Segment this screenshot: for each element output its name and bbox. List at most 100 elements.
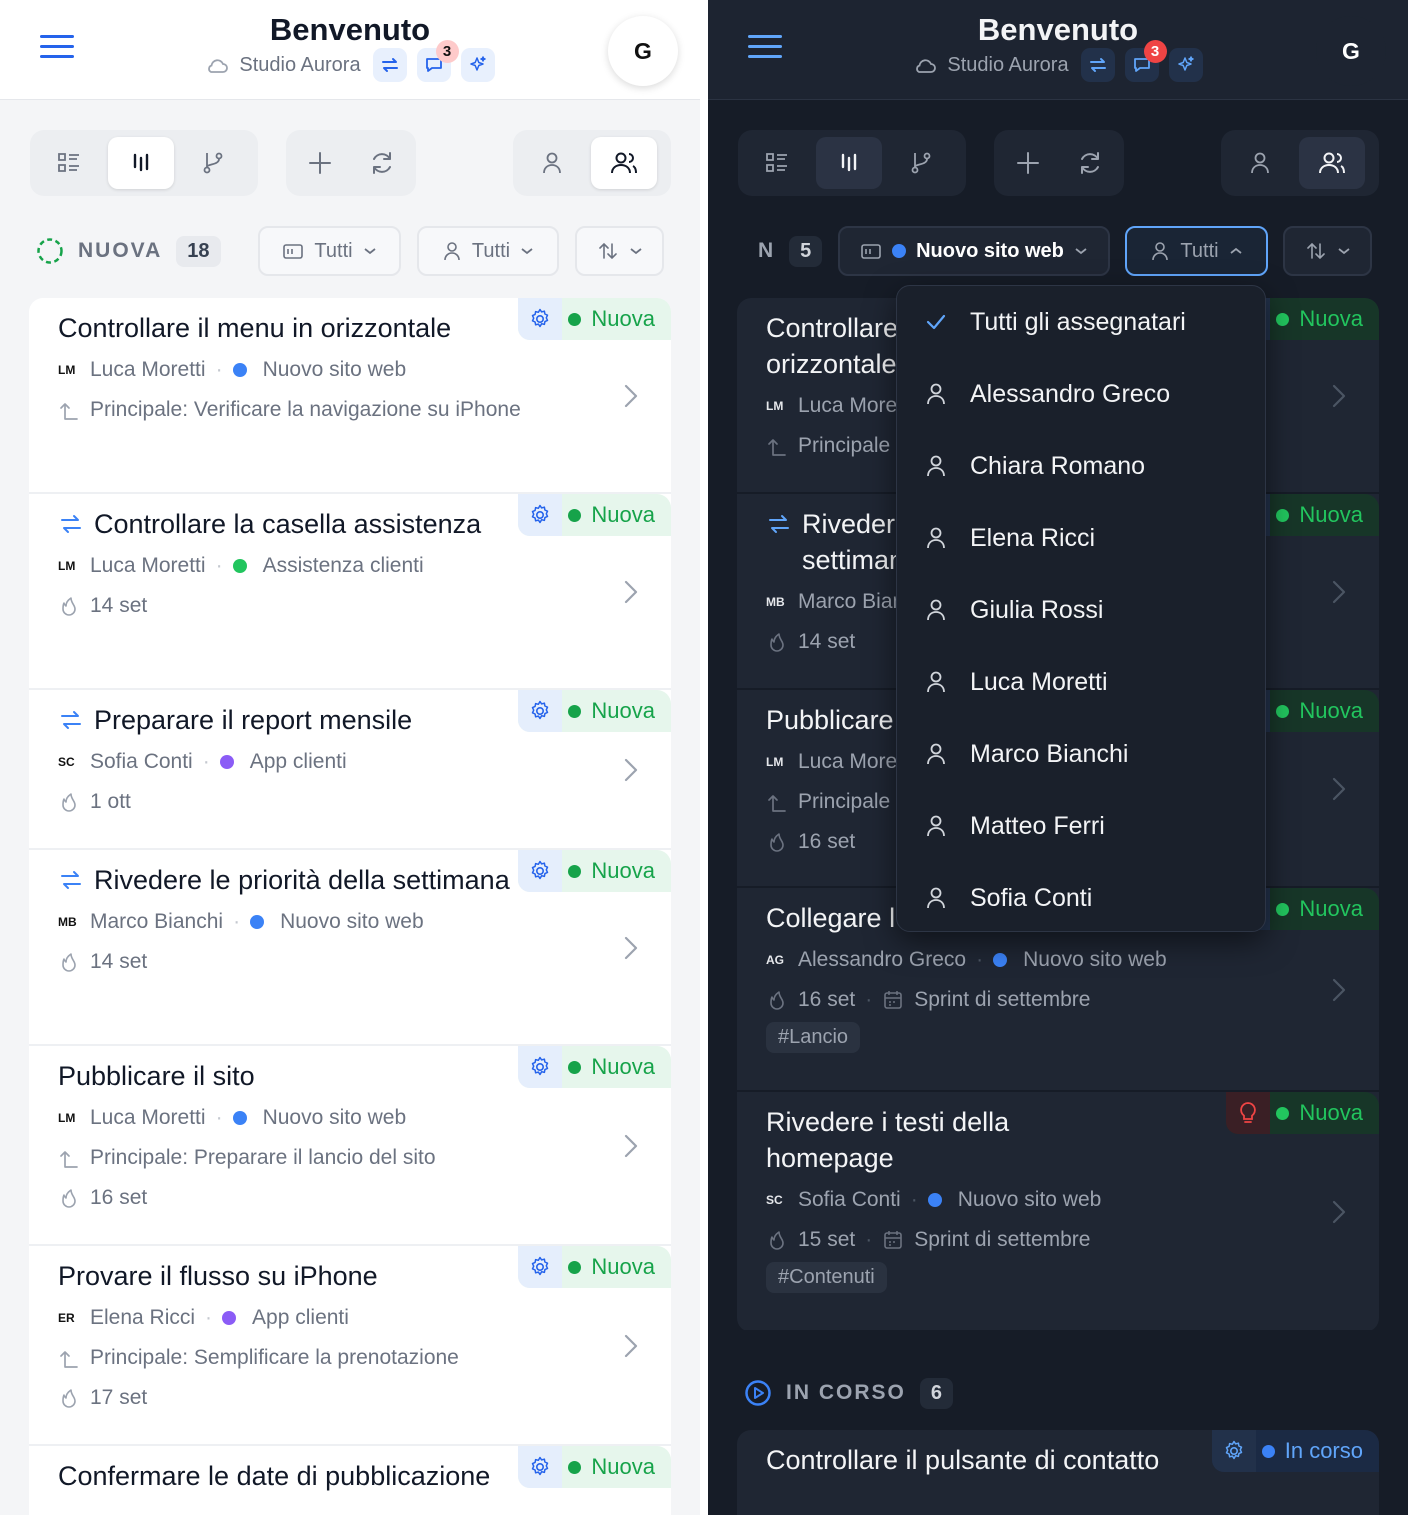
workspace-switcher[interactable]: Studio Aurora	[205, 54, 361, 77]
settings-button[interactable]	[518, 690, 563, 732]
task-card[interactable]: Rivedere i testi della homepage SC Sofia Co…	[737, 1092, 1379, 1332]
chevron-right-icon	[624, 758, 638, 782]
notification-badge: 3	[1143, 40, 1167, 63]
task-card[interactable]: Controllare il pulsante di contatto In c…	[737, 1430, 1379, 1515]
status-label: Nuova	[1299, 502, 1363, 527]
scope-switcher	[513, 130, 671, 196]
refresh-button[interactable]	[1062, 137, 1118, 189]
my-tasks-button[interactable]	[1227, 137, 1293, 189]
due-date-label: 16 set	[798, 830, 856, 853]
board-view-button[interactable]	[816, 137, 882, 189]
settings-button[interactable]	[518, 1046, 563, 1088]
assignee-name: Marco Bianchi	[90, 910, 224, 933]
dashed-circle-icon	[37, 238, 63, 264]
assignee-filter[interactable]: Tutti	[1125, 226, 1268, 276]
task-meta: SC Sofia Conti · App clienti	[29, 746, 671, 778]
dropdown-item-assignee[interactable]: Elena Ricci	[897, 502, 1265, 574]
chevron-down-icon	[364, 248, 376, 255]
dropdown-item-label: Luca Moretti	[970, 667, 1108, 696]
dropdown-item-label: Alessandro Greco	[970, 379, 1171, 408]
list-view-icon	[766, 153, 787, 172]
ai-button[interactable]	[460, 48, 495, 82]
task-card[interactable]: Pubblicare il sito LM Luca Moretti · Nuovo s…	[29, 1046, 671, 1246]
user-icon	[927, 743, 945, 765]
branch-view-button[interactable]	[180, 137, 246, 189]
branch-view-button[interactable]	[888, 137, 954, 189]
team-tasks-button[interactable]	[1299, 137, 1365, 189]
settings-button[interactable]	[518, 1246, 563, 1288]
chevron-right-icon	[1332, 978, 1346, 1002]
task-card[interactable]: Rivedere le priorità della settimana MB Ma…	[29, 850, 671, 1046]
tag-chip[interactable]: #Contenuti	[766, 1262, 887, 1293]
dropdown-item-assignee[interactable]: Alessandro Greco	[897, 358, 1265, 430]
settings-button[interactable]	[518, 850, 563, 892]
tag-chip[interactable]: #Lancio	[766, 1022, 861, 1053]
task-card[interactable]: Controllare il menu in orizzontale LM Luca…	[29, 298, 671, 494]
team-tasks-button[interactable]	[591, 137, 657, 189]
status-label: Nuova	[1299, 1100, 1363, 1125]
add-task-button[interactable]	[1000, 137, 1056, 189]
due-date: 16 set	[29, 1182, 671, 1214]
dropdown-item-label: Chiara Romano	[970, 451, 1146, 480]
columns-icon	[841, 153, 857, 172]
user-icon	[927, 887, 945, 909]
task-card[interactable]: Confermare le date di pubblicazione Nuova	[29, 1446, 671, 1515]
sync-button[interactable]	[372, 48, 407, 82]
app-header: Benvenuto Studio Aurora 3 G	[0, 0, 700, 100]
status-badge: Nuova	[518, 494, 671, 536]
dropdown-item-assignee[interactable]: Chiara Romano	[897, 430, 1265, 502]
dropdown-item-assignee[interactable]: Giulia Rossi	[897, 574, 1265, 646]
avatar[interactable]: G	[1316, 16, 1386, 86]
sort-button[interactable]	[575, 226, 664, 276]
workspace-switcher[interactable]: Studio Aurora	[913, 54, 1069, 77]
board-view-button[interactable]	[108, 137, 174, 189]
dropdown-item-assignee[interactable]: Marco Bianchi	[897, 718, 1265, 790]
sort-button[interactable]	[1283, 226, 1372, 276]
status-dot	[568, 864, 582, 878]
dropdown-item-assignee[interactable]: Luca Moretti	[897, 646, 1265, 718]
gear-icon	[532, 860, 549, 880]
project-name: Nuovo sito web	[280, 910, 424, 933]
parent-arrow-icon	[768, 795, 786, 812]
group-header-in-corso[interactable]: IN CORSO 6	[744, 1368, 953, 1418]
user-icon	[927, 383, 945, 405]
task-card[interactable]: Controllare la casella assistenza LM Luca …	[29, 494, 671, 690]
dropdown-item-assignee[interactable]: Sofia Conti	[897, 862, 1265, 934]
settings-button[interactable]	[518, 298, 563, 340]
refresh-button[interactable]	[354, 137, 410, 189]
add-task-button[interactable]	[292, 137, 348, 189]
project-name: Nuovo sito web	[957, 1188, 1102, 1211]
list-view-button[interactable]	[744, 137, 810, 189]
dropdown-item-all-assignees[interactable]: Tutti gli assegnatari	[897, 286, 1265, 358]
group-header[interactable]: N 5	[758, 226, 823, 276]
task-title-line: homepage	[766, 1143, 894, 1173]
dropdown-item-label: Sofia Conti	[970, 883, 1093, 912]
assignee-name: Sofia Conti	[798, 1188, 901, 1211]
sync-button[interactable]	[1080, 48, 1115, 82]
task-card[interactable]: Preparare il report mensile SC Sofia Conti…	[29, 690, 671, 850]
dropdown-item-assignee[interactable]: Matteo Ferri	[897, 790, 1265, 862]
project-filter[interactable]: Nuovo sito web	[838, 226, 1110, 276]
assignee-filter[interactable]: Tutti	[417, 226, 559, 276]
avatar[interactable]: G	[608, 16, 678, 86]
project-filter[interactable]: Tutti	[258, 226, 401, 276]
idea-button[interactable]	[1226, 1092, 1271, 1134]
cloud-icon	[916, 59, 937, 73]
group-name: N	[758, 239, 774, 262]
list-view-button[interactable]	[36, 137, 102, 189]
settings-button[interactable]	[518, 1446, 563, 1488]
gear-icon[interactable]	[1211, 1430, 1256, 1472]
status-label: Nuova	[1299, 698, 1363, 723]
assignee-name: Elena Ricci	[90, 1306, 196, 1329]
ai-button[interactable]	[1168, 48, 1203, 82]
group-header[interactable]: NUOVA 18	[36, 226, 221, 276]
status-dot	[568, 312, 582, 326]
task-card[interactable]: Provare il flusso su iPhone ER Elena Ricci…	[29, 1246, 671, 1446]
messages-button[interactable]: 3	[416, 40, 459, 82]
task-meta: LM Luca Moretti · Nuovo sito web	[29, 1102, 671, 1134]
my-tasks-button[interactable]	[519, 137, 585, 189]
task-meta: LM Luca Moretti · Nuovo sito web	[29, 354, 671, 386]
settings-button[interactable]	[518, 494, 563, 536]
messages-button[interactable]: 3	[1124, 40, 1167, 82]
task-meta: MB Marco Bianchi · Nuovo sito web	[29, 906, 671, 938]
